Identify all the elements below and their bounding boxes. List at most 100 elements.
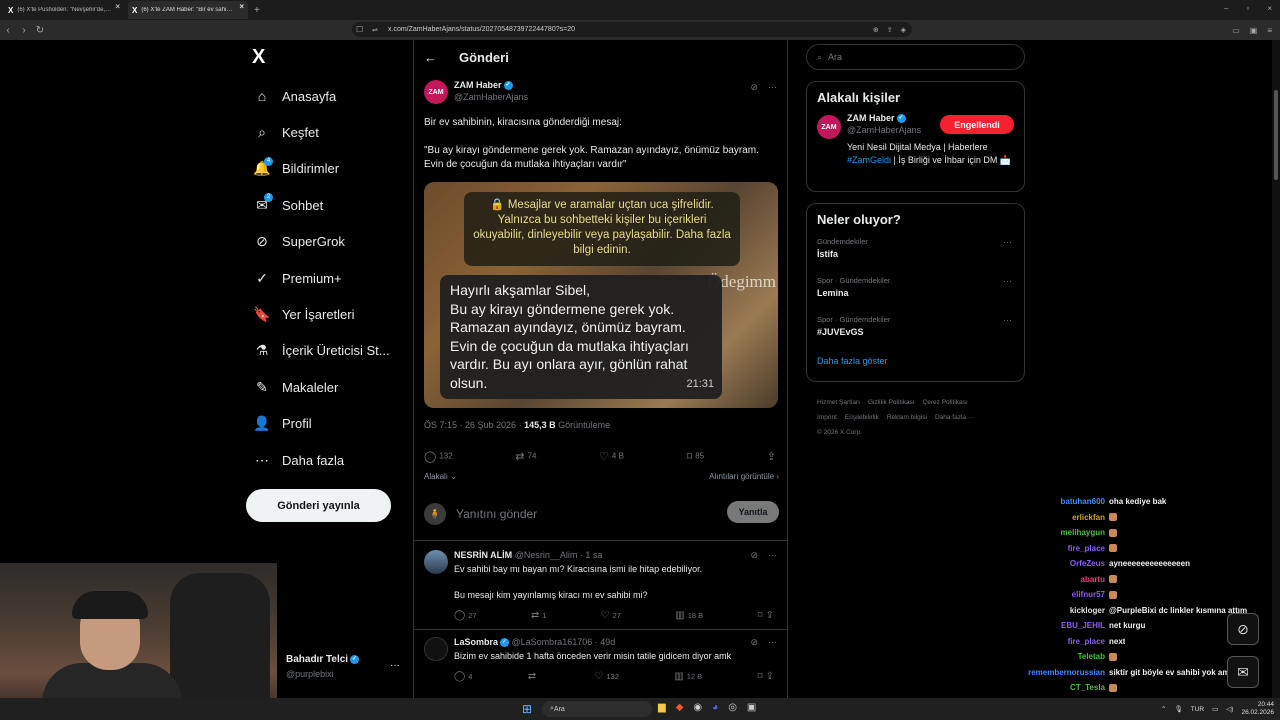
avatar[interactable]: ZAM xyxy=(817,115,841,139)
share-icon[interactable]: ⇪ xyxy=(766,671,774,682)
reply-author-name[interactable]: NESRİN ALİM xyxy=(454,550,512,560)
show-more-link[interactable]: Daha fazla göster xyxy=(817,356,1014,366)
trend-item[interactable]: Spor · Gündemdekiler Lemina ··· xyxy=(817,274,1014,313)
more-dots-icon[interactable]: ··· xyxy=(768,82,777,93)
more-dots-icon[interactable]: ··· xyxy=(768,637,777,648)
close-window-icon[interactable]: × xyxy=(1267,4,1272,13)
file-explorer-icon[interactable]: ▆ xyxy=(658,702,666,713)
repost-action[interactable]: ⇄ 74 xyxy=(515,450,536,463)
reply-author-name[interactable]: LaSombra xyxy=(454,637,498,647)
bookmark-action[interactable]: ⌑ 85 xyxy=(687,450,705,463)
reply-button[interactable]: Yanıtla xyxy=(727,501,779,523)
sidebar-item-mail[interactable]: ✉ 2 Sohbet xyxy=(252,187,402,223)
post-button[interactable]: Gönderi yayınla xyxy=(246,489,391,522)
sidebar-item-home[interactable]: ⌂ Anasayfa xyxy=(252,78,402,114)
network-icon[interactable]: ▭ xyxy=(1212,705,1218,713)
views-action[interactable]: ▥ 12 B xyxy=(674,671,702,682)
chat-username[interactable]: OrfeZeus xyxy=(1005,559,1105,575)
bookmark-action[interactable]: ⌑ ⇪ xyxy=(757,671,777,682)
chevron-up-icon[interactable]: ⌃ xyxy=(1161,705,1166,713)
browser-tab-1[interactable]: X(6) X'te Pusholden: "Nevşehir'de, evin.… xyxy=(4,1,124,19)
clock[interactable]: 20:44 26.02.2026 xyxy=(1241,701,1274,717)
views-action[interactable]: ▥ 18 B xyxy=(675,610,703,621)
reply-input[interactable]: Yanıtını gönder xyxy=(456,507,537,521)
sidebar-item-grok[interactable]: ⊘ SuperGrok xyxy=(252,224,402,260)
grok-float-icon[interactable]: ⊘ xyxy=(1227,613,1259,645)
footer-link[interactable]: Hizmet Şartları xyxy=(817,399,860,406)
new-tab-icon[interactable]: + xyxy=(254,5,260,16)
quotes-link[interactable]: Alıntıları görüntüle › xyxy=(709,472,779,481)
close-icon[interactable]: × xyxy=(239,2,244,18)
sidebar-item-article[interactable]: ✎ Makaleler xyxy=(252,369,402,405)
forward-arrow-icon[interactable]: › xyxy=(16,25,32,36)
footer-link[interactable]: Daha fazla ··· xyxy=(935,414,974,421)
avatar[interactable] xyxy=(424,637,448,661)
chat-username[interactable]: elifnur57 xyxy=(1005,590,1105,606)
hashtag-link[interactable]: #ZamGeldi xyxy=(847,155,891,165)
footer-link[interactable]: Erişilebilirlik xyxy=(845,414,879,421)
blocked-button[interactable]: Engellendi xyxy=(940,115,1014,134)
related-name[interactable]: ZAM Haber xyxy=(847,113,895,123)
reply-action[interactable]: ◯ 27 xyxy=(454,610,477,621)
bookmark-action[interactable]: ⌑ ⇪ xyxy=(757,610,777,621)
reply-author-handle[interactable]: @LaSombra161706 · 49d xyxy=(512,637,616,647)
sidebar-item-profile[interactable]: 👤 Profil xyxy=(252,406,402,442)
reload-icon[interactable]: ↻ xyxy=(32,25,48,36)
sidebar-item-bookmark[interactable]: 🔖 Yer İşaretleri xyxy=(252,296,402,332)
volume-icon[interactable]: ◁) xyxy=(1226,705,1233,713)
avatar[interactable] xyxy=(424,550,448,574)
sidebar-toggle-icon[interactable]: ▭ xyxy=(1232,26,1240,35)
more-dots-icon[interactable]: ··· xyxy=(1003,315,1012,325)
grok-icon[interactable]: ⊘ xyxy=(750,82,758,93)
trend-item[interactable]: Gündemdekiler İstifa ··· xyxy=(817,235,1014,274)
taskbar-search[interactable]: ⌕ Ara xyxy=(542,701,652,717)
app-icon[interactable]: ▣ xyxy=(747,702,756,713)
author-handle[interactable]: @ZamHaberAjans xyxy=(454,92,528,102)
more-dots-icon[interactable]: ··· xyxy=(1003,237,1012,247)
language-indicator[interactable]: TUR xyxy=(1191,706,1204,713)
sidebar-item-bell[interactable]: 🔔 4 Bildirimler xyxy=(252,151,402,187)
mic-icon[interactable]: 🎙 xyxy=(1175,705,1183,713)
avatar[interactable]: ZAM xyxy=(424,80,448,104)
related-person[interactable]: ZAM ZAM Haber ✓ @ZamHaberAjans Yeni Nesil… xyxy=(817,113,1014,166)
chat-username[interactable]: remembernorussian xyxy=(1005,668,1105,684)
site-info-icon[interactable]: ⇌ xyxy=(372,26,378,34)
back-arrow-icon[interactable]: ← xyxy=(424,50,437,65)
search-input[interactable]: ⌕ Ara xyxy=(806,44,1025,70)
more-dots-icon[interactable]: ··· xyxy=(768,550,777,561)
account-switcher[interactable]: Bahadır Telci ✓ @purplebixi ··· xyxy=(286,654,406,679)
reply-author-handle[interactable]: @Nesrin__Alim · 1 sa xyxy=(515,550,603,560)
grok-icon[interactable]: ⊘ xyxy=(750,637,758,648)
chat-username[interactable]: erlickfan xyxy=(1005,513,1105,529)
chat-username[interactable]: abartu xyxy=(1005,575,1105,591)
chat-username[interactable]: Teletab xyxy=(1005,652,1105,668)
chat-username[interactable]: fire_place xyxy=(1005,544,1105,560)
reply-item[interactable]: ⊘ ··· LaSombra ✓ @LaSombra161706 · 49d Biz… xyxy=(424,637,779,682)
more-dots-icon[interactable]: ··· xyxy=(1003,276,1012,286)
repost-action[interactable]: ⇄ xyxy=(528,671,539,682)
discord-icon[interactable]: ◕ xyxy=(712,702,718,713)
x-logo[interactable]: X xyxy=(252,46,265,69)
share-icon[interactable]: ⇪ xyxy=(766,610,774,621)
like-action[interactable]: ♡ 27 xyxy=(601,610,621,621)
tweet-time[interactable]: ÖS 7:15 · 26 Şub 2026 · xyxy=(424,420,524,430)
brave-shield-icon[interactable]: ◈ xyxy=(901,26,906,34)
sidebar-item-flask[interactable]: ⚗ İçerik Üreticisi St... xyxy=(252,333,402,369)
address-bar[interactable]: ☐ ⇌ x.com/ZamHaberAjans/status/202705487… xyxy=(352,22,912,37)
close-icon[interactable]: × xyxy=(115,2,120,18)
reply-action[interactable]: ◯ 4 xyxy=(454,671,472,682)
back-arrow-icon[interactable]: ‹ xyxy=(0,25,16,36)
chat-username[interactable]: EBU_JEHIL xyxy=(1005,621,1105,637)
brave-browser-icon[interactable]: ◆ xyxy=(676,702,684,713)
footer-link[interactable]: Gizlilik Politikası xyxy=(868,399,915,406)
wallet-icon[interactable]: ▣ xyxy=(1250,26,1258,35)
sidebar-item-search[interactable]: ⌕ Keşfet xyxy=(252,114,402,150)
footer-link[interactable]: Reklam bilgisi xyxy=(887,414,927,421)
chat-username[interactable]: kickloger xyxy=(1005,606,1105,622)
chat-username[interactable]: CT_Tesla xyxy=(1005,683,1105,699)
bookmark-star-icon[interactable]: ☐ xyxy=(356,25,363,34)
menu-icon[interactable]: ≡ xyxy=(1267,26,1272,35)
share-action[interactable]: ⇪ xyxy=(767,450,779,463)
chat-username[interactable]: melihaygun xyxy=(1005,528,1105,544)
minimize-icon[interactable]: – xyxy=(1224,4,1228,13)
